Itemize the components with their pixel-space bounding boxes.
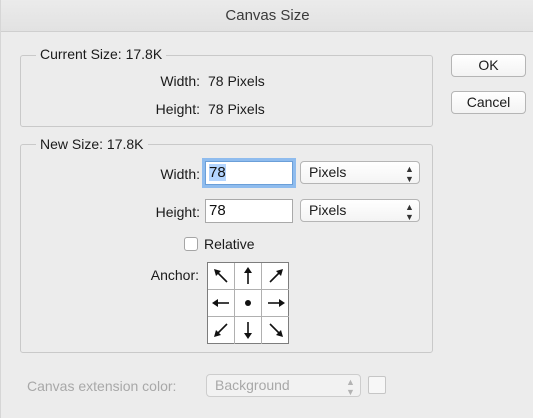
height-input-value: 78 bbox=[209, 202, 226, 219]
anchor-bottom-right[interactable] bbox=[262, 317, 289, 344]
canvas-extension-color-select[interactable]: Background ▲ ▼ bbox=[206, 374, 361, 397]
arrow-up-left-icon bbox=[214, 269, 228, 283]
relative-checkbox[interactable] bbox=[184, 237, 198, 251]
arrow-down-right-icon bbox=[268, 323, 283, 337]
anchor-grid[interactable] bbox=[207, 262, 289, 344]
dialog-title: Canvas Size bbox=[225, 7, 310, 24]
width-input[interactable]: 78 bbox=[205, 161, 293, 185]
cancel-button[interactable]: Cancel bbox=[451, 91, 526, 114]
canvas-extension-color-label: Canvas extension color: bbox=[27, 378, 177, 394]
anchor-top-left[interactable] bbox=[208, 263, 235, 290]
width-input-value: 78 bbox=[209, 164, 226, 181]
height-unit-value: Pixels bbox=[309, 202, 347, 218]
arrow-up-right-icon bbox=[268, 269, 283, 283]
ok-button[interactable]: OK bbox=[451, 54, 526, 77]
select-stepper-icon: ▲ ▼ bbox=[346, 377, 355, 397]
width-unit-select[interactable]: Pixels ▲ ▼ bbox=[300, 161, 420, 184]
anchor-bottom[interactable] bbox=[235, 317, 262, 344]
new-size-legend: New Size: 17.8K bbox=[36, 136, 148, 152]
arrow-left-icon bbox=[212, 299, 229, 307]
anchor-bottom-left[interactable] bbox=[208, 317, 235, 344]
anchor-center[interactable] bbox=[235, 290, 262, 317]
anchor-top-right[interactable] bbox=[262, 263, 289, 290]
arrow-up-icon bbox=[244, 267, 252, 284]
current-height-label: Height: bbox=[155, 101, 200, 117]
new-height-label: Height: bbox=[155, 204, 200, 220]
width-unit-value: Pixels bbox=[309, 164, 347, 180]
anchor-left[interactable] bbox=[208, 290, 235, 317]
arrow-down-left-icon bbox=[214, 323, 228, 337]
anchor-right[interactable] bbox=[262, 290, 289, 317]
height-input[interactable]: 78 bbox=[205, 199, 293, 223]
new-width-label: Width: bbox=[160, 166, 200, 182]
select-stepper-icon: ▲ ▼ bbox=[405, 164, 414, 184]
current-width-value: 78 Pixels bbox=[208, 73, 265, 89]
select-stepper-icon: ▲ ▼ bbox=[405, 202, 414, 222]
anchor-center-dot-icon bbox=[245, 300, 251, 306]
canvas-size-dialog: Canvas Size Current Size: 17.8K Width: 7… bbox=[0, 0, 533, 418]
title-bar[interactable]: Canvas Size bbox=[1, 0, 533, 32]
anchor-top[interactable] bbox=[235, 263, 262, 290]
arrow-right-icon bbox=[267, 299, 285, 307]
canvas-extension-color-value: Background bbox=[215, 377, 290, 393]
current-height-value: 78 Pixels bbox=[208, 101, 265, 117]
height-unit-select[interactable]: Pixels ▲ ▼ bbox=[300, 199, 420, 222]
current-size-legend: Current Size: 17.8K bbox=[36, 46, 167, 62]
relative-label[interactable]: Relative bbox=[204, 236, 255, 252]
canvas-extension-color-swatch[interactable] bbox=[368, 376, 386, 394]
anchor-label: Anchor: bbox=[150, 267, 199, 283]
arrow-down-icon bbox=[244, 322, 252, 339]
current-width-label: Width: bbox=[160, 73, 200, 89]
